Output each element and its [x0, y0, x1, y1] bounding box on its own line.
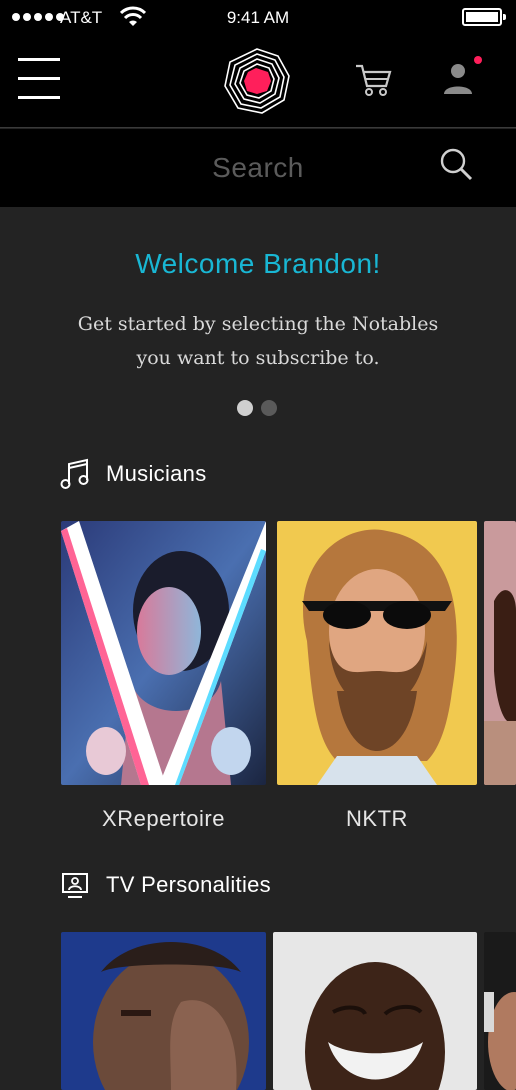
top-nav-bar [0, 36, 516, 128]
section-title-tv-personalities: TV Personalities [106, 872, 271, 897]
notable-card-nktr[interactable] [277, 521, 477, 785]
tv-person-icon [62, 873, 88, 898]
tv-photo-1 [61, 932, 266, 1090]
tv-card-2[interactable] [273, 932, 477, 1090]
welcome-subtitle-line2: you want to subscribe to. [136, 347, 380, 369]
notable-name-xrepertoire[interactable]: XRepertoire [61, 806, 266, 832]
section-header-tv-personalities: TV Personalities [60, 870, 271, 900]
tv-card-peek[interactable] [484, 932, 516, 1090]
notable-photo-peek [484, 521, 516, 785]
tv-photo-2 [273, 932, 477, 1090]
battery-icon [462, 8, 506, 26]
tv-photo-peek [484, 932, 516, 1090]
carousel-dot-2[interactable] [261, 400, 277, 416]
cart-icon[interactable] [354, 62, 392, 98]
section-title-musicians: Musicians [106, 461, 207, 486]
carousel-dot-1[interactable] [237, 400, 253, 416]
notable-photo-nktr [277, 521, 477, 785]
notable-card-peek[interactable] [484, 521, 516, 785]
music-note-icon [60, 458, 89, 489]
profile-icon[interactable] [440, 58, 484, 102]
welcome-subtitle: Get started by selecting the Notables yo… [60, 307, 456, 375]
clock-time: 9:41 AM [226, 8, 290, 27]
search-icon[interactable] [438, 146, 474, 182]
welcome-title: Welcome Brandon! [135, 248, 381, 279]
notable-photo-xrepertoire [61, 521, 266, 785]
search-input[interactable] [60, 147, 456, 189]
notable-name-nktr[interactable]: NKTR [277, 806, 477, 832]
carousel-pagination [237, 400, 277, 416]
notification-dot [474, 56, 482, 64]
section-header-musicians: Musicians [60, 458, 207, 490]
notables-logo[interactable] [222, 46, 292, 116]
status-bar: AT&T 9:41 AM [0, 0, 516, 36]
tv-card-1[interactable] [61, 932, 266, 1090]
welcome-subtitle-line1: Get started by selecting the Notables [77, 313, 439, 335]
notable-card-xrepertoire[interactable] [61, 521, 266, 785]
hamburger-menu-icon[interactable] [18, 58, 60, 102]
